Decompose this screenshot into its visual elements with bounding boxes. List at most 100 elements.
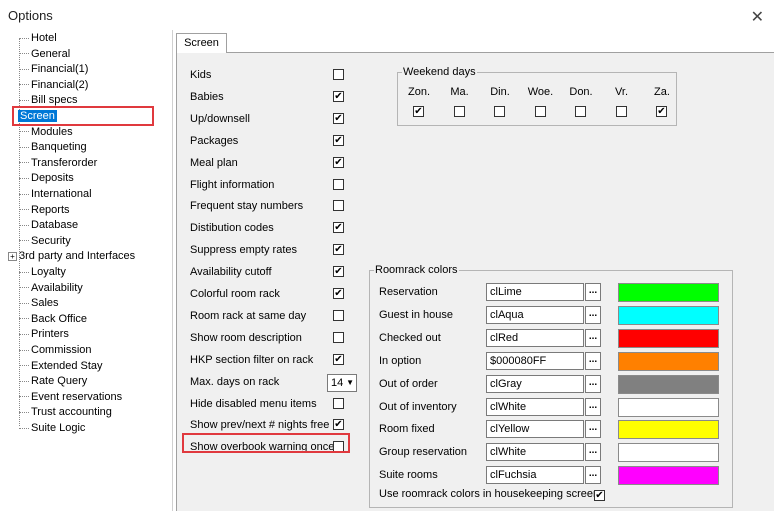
weekend-day-checkbox[interactable]	[575, 106, 586, 117]
weekend-day-checkbox[interactable]: ✔	[413, 106, 424, 117]
option-checkbox[interactable]: ✔	[333, 288, 344, 299]
option-checkbox[interactable]: ✔	[333, 353, 344, 365]
option-checkbox[interactable]	[333, 178, 344, 190]
option-checkbox[interactable]: ✔	[333, 112, 344, 124]
option-label: Packages	[190, 134, 239, 147]
tree-item-label: Modules	[31, 125, 73, 138]
tree-item-3rd-party-and-interfaces[interactable]: +3rd party and Interfaces	[8, 248, 135, 264]
tree-item-financial-1[interactable]: Financial(1)	[19, 61, 88, 77]
ellipsis-button[interactable]: ...	[585, 443, 601, 462]
option-hkp-section-filter-on-rack: HKP section filter on rack	[190, 351, 313, 369]
option-checkbox[interactable]: ✔	[333, 134, 344, 146]
option-kids: Kids	[190, 66, 211, 84]
max-days-dropdown[interactable]: 14 ▼	[327, 373, 357, 392]
tree-item-transferorder[interactable]: Transferorder	[19, 155, 97, 171]
ellipsis-button[interactable]: ...	[585, 420, 601, 439]
tree-item-screen[interactable]: Screen	[12, 106, 154, 126]
ellipsis-button[interactable]: ...	[585, 351, 601, 370]
tree-item-back-office[interactable]: Back Office	[19, 311, 87, 327]
option-checkbox[interactable]: ✔	[333, 222, 344, 234]
tree-item-financial-2[interactable]: Financial(2)	[19, 77, 88, 93]
option-checkbox[interactable]: ✔	[333, 244, 344, 256]
tab-screen[interactable]: Screen	[176, 33, 227, 53]
ellipsis-button[interactable]: ...	[585, 283, 601, 301]
option-availability-cutoff: Availability cutoff	[190, 263, 272, 281]
housekeeping-colors-checkbox[interactable]: ✔	[594, 490, 605, 501]
tree-item-loyalty[interactable]: Loyalty	[19, 264, 66, 280]
tree-item-deposits[interactable]: Deposits	[19, 170, 74, 186]
ellipsis-button[interactable]: ...	[585, 305, 601, 324]
weekend-day-label: Don.	[569, 86, 593, 98]
tree-item-printers[interactable]: Printers	[19, 326, 69, 342]
option-checkbox[interactable]	[333, 397, 344, 409]
option-checkbox[interactable]	[333, 69, 344, 80]
option-checkbox[interactable]: ✔	[333, 90, 344, 102]
option-checkbox[interactable]	[333, 331, 344, 343]
option-max-days-on-rack: Max. days on rack	[190, 373, 279, 391]
roomrack-label-guest-in-house: Guest in house	[379, 308, 453, 321]
weekend-day-checkbox[interactable]: ✔	[656, 106, 667, 117]
weekend-day-checkbox[interactable]	[534, 106, 546, 117]
tree-connector	[19, 84, 29, 86]
roomrack-label-out-of-inventory: Out of inventory	[379, 400, 457, 413]
ellipsis-button[interactable]: ...	[585, 397, 601, 416]
tree-item-general[interactable]: General	[19, 46, 70, 62]
roomrack-color-input-out-of-inventory[interactable]: clWhite	[486, 397, 584, 416]
roomrack-color-input-out-of-order[interactable]: clGray	[486, 374, 584, 393]
roomrack-color-input-room-fixed[interactable]: clYellow	[486, 420, 584, 439]
tree-item-label: Security	[31, 234, 71, 247]
ellipsis-button[interactable]: ...	[585, 466, 601, 485]
tree-item-event-reservations[interactable]: Event reservations	[19, 389, 122, 405]
tree-connector	[19, 68, 29, 70]
tree-item-label: Financial(2)	[31, 78, 89, 91]
tree-item-sales[interactable]: Sales	[19, 295, 59, 311]
weekend-day-checkbox[interactable]	[615, 106, 627, 117]
tree-item-label: Reports	[31, 203, 70, 216]
roomrack-color-input-guest-in-house[interactable]: clAqua	[486, 305, 584, 324]
option-checkbox[interactable]: ✔	[333, 156, 344, 168]
ellipsis-button[interactable]: ...	[585, 374, 601, 393]
ellipsis-button[interactable]: ...	[585, 328, 601, 347]
roomrack-color-input-reservation[interactable]: clLime	[486, 283, 584, 301]
option-checkbox[interactable]: ✔	[333, 266, 344, 278]
chevron-down-icon[interactable]: ▼	[346, 375, 354, 391]
tree-item-bill-specs[interactable]: Bill specs	[19, 92, 77, 108]
tree-item-rate-query[interactable]: Rate Query	[19, 373, 87, 389]
color-swatch-suite-rooms	[618, 466, 719, 486]
tree-item-database[interactable]: Database	[19, 217, 78, 233]
tree-item-label: Deposits	[31, 172, 74, 185]
tree-connector	[19, 146, 29, 148]
tree-item-hotel[interactable]: Hotel	[19, 30, 57, 46]
option-checkbox[interactable]: ✔	[333, 419, 344, 431]
expand-icon[interactable]: +	[8, 251, 17, 261]
tree-item-security[interactable]: Security	[19, 233, 71, 249]
option-packages: Packages	[190, 132, 238, 150]
color-swatch-group-reservation	[618, 443, 719, 463]
tree-item-label: Rate Query	[31, 375, 88, 388]
overbook-highlight	[182, 433, 350, 453]
weekend-day-checkbox[interactable]	[453, 106, 465, 117]
roomrack-color-input-suite-rooms[interactable]: clFuchsia	[486, 466, 584, 485]
weekend-day-label: Za.	[654, 86, 670, 98]
tree-item-availability[interactable]: Availability	[19, 280, 83, 296]
roomrack-color-input-in-option[interactable]: $000080FF	[486, 351, 584, 370]
tree-item-extended-stay[interactable]: Extended Stay	[19, 358, 103, 374]
tree-item-modules[interactable]: Modules	[19, 124, 73, 140]
roomrack-color-input-group-reservation[interactable]: clWhite	[486, 443, 584, 462]
tree-item-commission[interactable]: Commission	[19, 342, 92, 358]
option-up-downsell: Up/downsell	[190, 110, 250, 128]
tree-item-banqueting[interactable]: Banqueting	[19, 139, 87, 155]
weekend-day-checkbox[interactable]	[494, 106, 505, 117]
option-checkbox[interactable]	[333, 309, 344, 321]
tree-item-international[interactable]: International	[19, 186, 92, 202]
tree-item-label: Loyalty	[31, 266, 66, 278]
roomrack-color-input-checked-out[interactable]: clRed	[486, 328, 584, 347]
option-babies: Babies	[190, 88, 224, 106]
tree-connector	[19, 131, 29, 133]
tree-item-reports[interactable]: Reports	[19, 202, 70, 218]
option-checkbox[interactable]	[333, 200, 344, 212]
close-icon[interactable]: ✕	[751, 7, 764, 27]
tree-item-trust-accounting[interactable]: Trust accounting	[19, 404, 112, 420]
tree-item-suite-logic[interactable]: Suite Logic	[19, 420, 85, 436]
tree-connector	[19, 302, 29, 304]
